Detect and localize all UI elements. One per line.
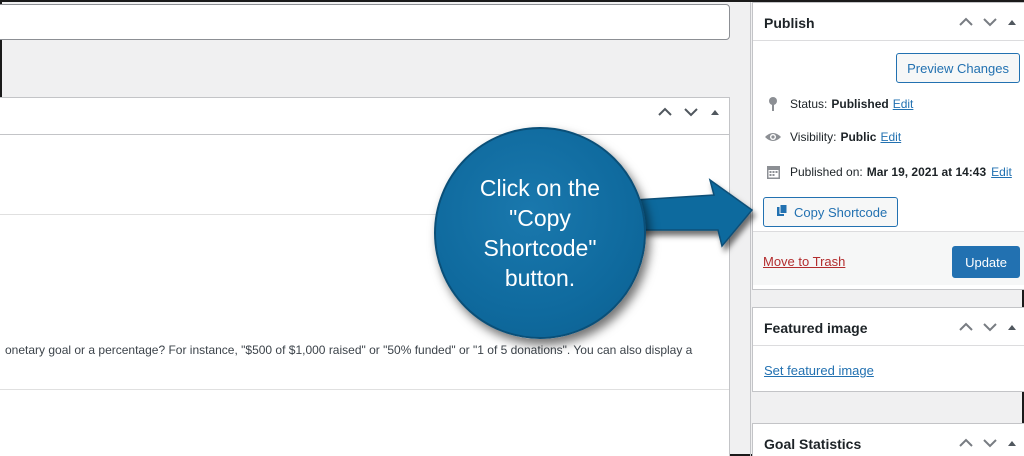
eye-icon: [764, 131, 782, 143]
triangle-up-icon[interactable]: [1006, 436, 1018, 451]
major-publishing-actions: Move to Trash Update: [753, 231, 1024, 285]
chevron-up-icon[interactable]: [657, 107, 673, 117]
published-value: Mar 19, 2021 at 14:43: [866, 165, 987, 179]
copy-shortcode-button[interactable]: Copy Shortcode: [763, 197, 899, 227]
visibility-row: Visibility: Public Edit: [764, 130, 901, 144]
featured-image-title: Featured image: [764, 320, 868, 336]
copy-icon: [776, 204, 788, 220]
status-value: Published: [831, 97, 889, 111]
chevron-up-icon[interactable]: [958, 15, 974, 30]
chevron-down-icon[interactable]: [683, 107, 699, 117]
preview-changes-button[interactable]: Preview Changes: [896, 53, 1020, 83]
edit-status-link[interactable]: Edit: [893, 97, 914, 111]
metabox-header: [0, 98, 729, 135]
chevron-down-icon[interactable]: [982, 320, 998, 335]
set-featured-image-link[interactable]: Set featured image: [764, 363, 874, 378]
visibility-value: Public: [840, 130, 877, 144]
triangle-up-icon[interactable]: [1006, 15, 1018, 30]
goal-statistics-title: Goal Statistics: [764, 436, 862, 452]
divider: [0, 389, 729, 390]
callout-bubble: Click on the "Copy Shortcode" button.: [434, 127, 646, 339]
triangle-up-icon[interactable]: [709, 107, 721, 117]
move-to-trash-link[interactable]: Move to Trash: [763, 254, 845, 269]
callout-text: Click on the "Copy Shortcode" button.: [479, 175, 601, 291]
copy-shortcode-label: Copy Shortcode: [794, 204, 888, 220]
chevron-up-icon[interactable]: [958, 436, 974, 451]
featured-image-header: Featured image: [753, 308, 1024, 346]
post-title-input[interactable]: [0, 4, 730, 40]
published-label: Published on:: [790, 165, 863, 179]
featured-image-box: Featured image Set featured image: [752, 307, 1024, 392]
publish-box: Publish Preview Changes Status: Publishe…: [752, 2, 1024, 290]
chevron-down-icon[interactable]: [982, 15, 998, 30]
chevron-up-icon[interactable]: [958, 320, 974, 335]
edit-visibility-link[interactable]: Edit: [880, 130, 901, 144]
triangle-up-icon[interactable]: [1006, 320, 1018, 335]
goal-statistics-box: Goal Statistics: [752, 423, 1024, 456]
status-row: Status: Published Edit: [764, 96, 913, 112]
chevron-down-icon[interactable]: [982, 436, 998, 451]
visibility-label: Visibility:: [790, 130, 837, 144]
edit-date-link[interactable]: Edit: [991, 165, 1012, 179]
publish-title: Publish: [764, 15, 815, 31]
publish-box-header: Publish: [753, 3, 1024, 41]
update-button[interactable]: Update: [952, 246, 1020, 278]
pin-icon: [764, 96, 782, 112]
help-text: onetary goal or a percentage? For instan…: [5, 343, 693, 357]
status-label: Status:: [790, 97, 828, 111]
published-row: Published on: Mar 19, 2021 at 14:43 Edit: [764, 164, 1012, 180]
